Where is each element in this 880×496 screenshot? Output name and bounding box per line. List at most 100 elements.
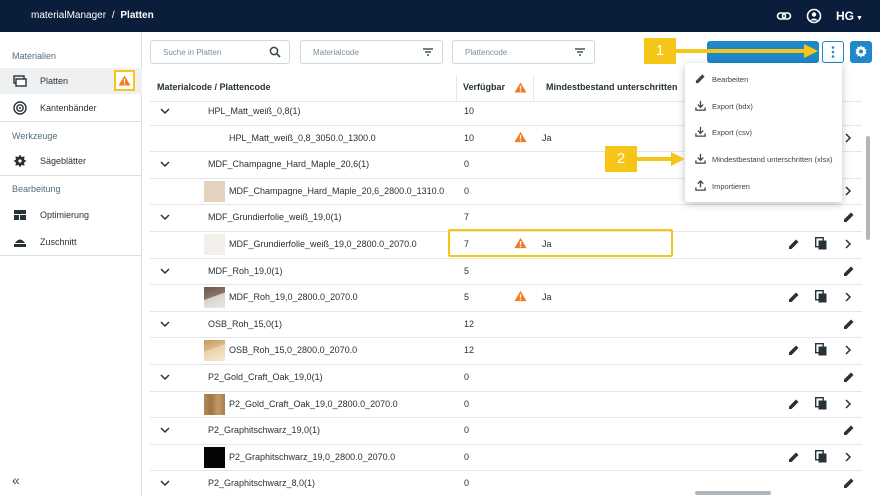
material-code: OSB_Roh_15,0(1) [208,318,283,329]
download-icon [695,100,706,111]
sidebar-item-label: Kantenbänder [40,103,97,113]
chevron-down-icon[interactable] [160,372,170,382]
more-options-button[interactable] [822,41,844,63]
available-qty: 0 [464,185,470,196]
table-group-row[interactable]: MDF_Grundierfolie_weiß_19,0(1) 7 [150,204,862,230]
cutting-icon [14,239,26,247]
column-header-code[interactable]: Materialcode / Plattencode [157,82,271,92]
horizontal-scrollbar[interactable] [695,491,771,495]
download-icon [695,126,706,137]
column-header-below-min[interactable]: Mindestbestand unterschritten [546,82,678,92]
pencil-icon[interactable] [843,477,855,489]
pencil-icon[interactable] [843,371,855,383]
column-divider [533,76,534,100]
warning-icon [514,82,527,93]
table-row[interactable]: OSB_Roh_15,0_2800.0_2070.0 12 [150,337,862,363]
table-group-row[interactable]: P2_Gold_Craft_Oak_19,0(1) 0 [150,364,862,390]
logo-text: HG [836,9,854,23]
vertical-scrollbar[interactable] [866,136,870,240]
chevron-right-icon[interactable] [844,345,852,355]
board-code: MDF_Roh_19,0_2800.0_2070.0 [229,292,358,303]
table-group-row[interactable]: MDF_Roh_19,0(1) 5 [150,258,862,284]
chevron-down-icon[interactable] [160,159,170,169]
materialcode-filter[interactable]: Materialcode [300,40,443,64]
menu-item-export-bdx[interactable]: Export (bdx) [685,93,842,119]
pencil-icon[interactable] [843,265,855,277]
upload-icon [695,180,706,191]
chevron-down-icon[interactable] [160,212,170,222]
available-qty: 0 [464,425,470,436]
board-code: P2_Graphitschwarz_19,0_2800.0_2070.0 [229,451,396,462]
copy-icon[interactable] [815,290,827,303]
edge-roll-icon [13,101,27,115]
chevron-down-icon[interactable] [160,425,170,435]
sidebar-item-label: Optimierung [40,210,90,220]
column-header-available[interactable]: Verfügbar [463,82,505,92]
table-group-row[interactable]: P2_Graphitschwarz_19,0(1) 0 [150,417,862,443]
copy-icon[interactable] [815,449,827,463]
saw-blade-icon [13,154,27,168]
copy-icon[interactable] [815,237,827,250]
user-icon[interactable] [806,8,822,24]
chevron-right-icon[interactable] [844,239,852,249]
pencil-icon[interactable] [788,344,800,356]
copy-icon[interactable] [815,343,827,356]
menu-item-export-min-stock[interactable]: Mindestbestand unterschritten (xlsx) [685,146,842,172]
plattencode-filter[interactable]: Plattencode [452,40,595,64]
available-qty: 10 [464,132,475,143]
sidebar-item-kantenbaender[interactable]: Kantenbänder [0,95,142,121]
top-bar: materialManager / Platten HG ▼ [0,0,880,32]
chevron-right-icon[interactable] [844,399,852,409]
link-icon[interactable] [776,8,792,24]
material-thumbnail [204,128,225,149]
chevron-down-icon[interactable] [160,106,170,116]
pencil-icon [695,74,705,84]
table-row[interactable]: P2_Graphitschwarz_19,0_2800.0_2070.0 0 [150,444,862,470]
chevron-down-icon[interactable] [160,319,170,329]
menu-item-importieren[interactable]: Importieren [685,173,842,199]
search-input[interactable]: Suche in Platten [150,40,290,64]
copy-icon[interactable] [815,396,827,410]
sidebar-item-optimierung[interactable]: Optimierung [0,202,142,228]
pencil-icon[interactable] [788,238,800,250]
available-qty: 10 [464,106,475,116]
chevron-right-icon[interactable] [844,133,852,143]
table-group-row[interactable]: OSB_Roh_15,0(1) 12 [150,311,862,337]
material-code: MDF_Grundierfolie_weiß_19,0(1) [208,212,342,223]
pencil-icon[interactable] [843,318,855,330]
chevron-right-icon[interactable] [844,292,852,302]
menu-item-export-csv[interactable]: Export (csv) [685,119,842,145]
material-code: HPL_Matt_weiß_0,8(1) [208,106,301,116]
filter-icon[interactable] [422,46,434,58]
pencil-icon[interactable] [788,451,800,463]
pencil-icon[interactable] [843,424,855,436]
search-icon[interactable] [269,46,281,58]
collapse-sidebar-button[interactable]: « [12,473,28,487]
table-row[interactable]: MDF_Roh_19,0_2800.0_2070.0 5 Ja [150,284,862,310]
pencil-icon[interactable] [843,211,855,223]
app-name[interactable]: materialManager [31,10,106,21]
pencil-icon[interactable] [788,291,800,303]
sidebar-item-zuschnitt[interactable]: Zuschnitt [0,229,142,255]
sidebar-section-bearbeitung: Bearbeitung [12,184,61,194]
breadcrumb-separator: / [111,10,115,21]
material-code: P2_Gold_Craft_Oak_19,0(1) [208,372,323,382]
filter-icon[interactable] [574,46,586,58]
company-logo[interactable]: HG ▼ [836,9,863,23]
board-code: MDF_Grundierfolie_weiß_19,0_2800.0_2070.… [229,239,417,249]
sidebar-item-platten[interactable]: Platten [0,68,142,94]
chevron-right-icon[interactable] [844,186,852,196]
menu-item-bearbeiten[interactable]: Bearbeiten [685,66,842,92]
sidebar-item-saegeblaetter[interactable]: Sägeblätter [0,148,142,174]
chevron-down-icon[interactable] [160,266,170,276]
available-qty: 5 [464,265,470,276]
chevron-down-icon[interactable] [160,478,170,488]
material-code: P2_Graphitschwarz_8,0(1) [208,478,316,489]
sidebar-item-label: Platten [40,76,69,86]
table-row[interactable]: P2_Gold_Craft_Oak_19,0_2800.0_2070.0 0 [150,391,862,417]
pencil-icon[interactable] [788,398,800,410]
settings-button[interactable] [850,41,872,63]
chevron-right-icon[interactable] [844,452,852,462]
plattencode-placeholder: Plattencode [465,48,508,57]
available-qty: 12 [464,345,475,356]
